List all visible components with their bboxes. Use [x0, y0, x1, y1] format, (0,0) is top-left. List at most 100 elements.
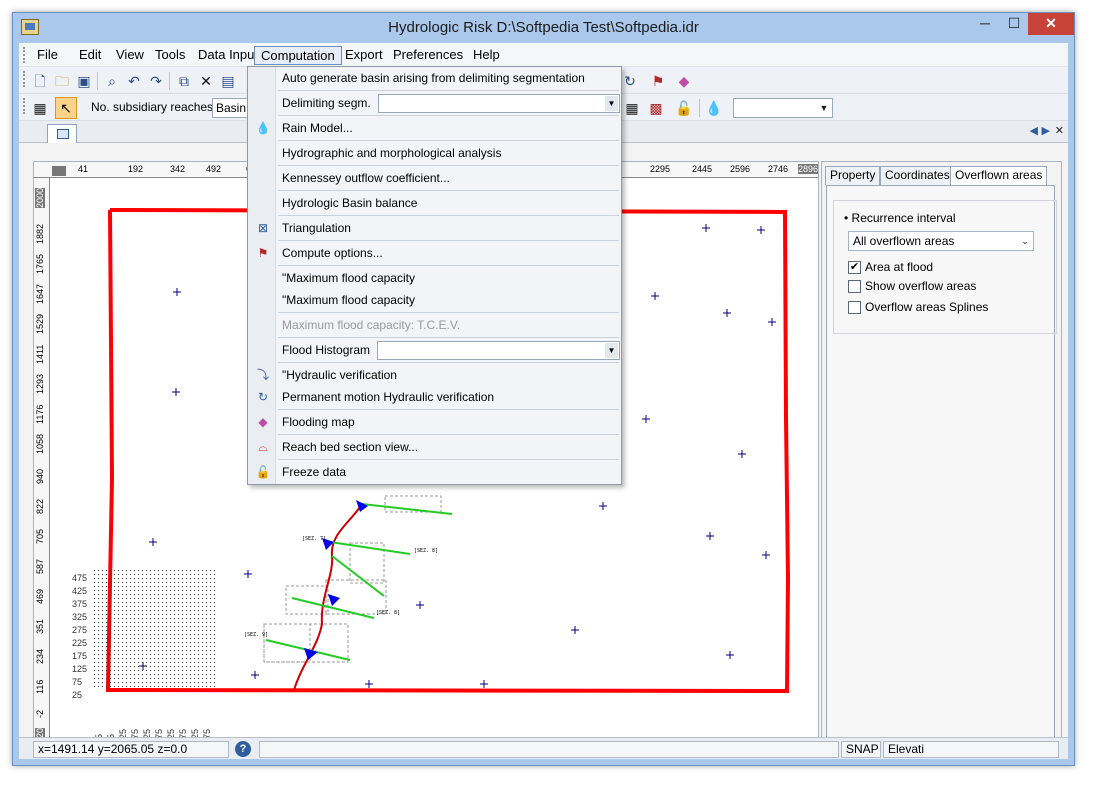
triangulation-icon: ⊠ [257, 221, 269, 235]
status-bar: x=1491.14 y=2065.05 z=0.0 ? SNAP Elevati [19, 737, 1068, 759]
overflow-splines-checkbox[interactable] [848, 301, 861, 314]
menu-separator [278, 165, 619, 166]
close-button[interactable]: ✕ [1028, 13, 1074, 35]
menu-view[interactable]: View [110, 46, 150, 65]
chevron-down-icon[interactable]: ▼ [605, 343, 618, 358]
print-preview-icon[interactable]: ⌕ [103, 72, 121, 90]
menu-max-flood-2[interactable]: "Maximum flood capacity [248, 289, 621, 311]
menu-max-flood-1[interactable]: "Maximum flood capacity [248, 267, 621, 289]
tab-overflown-areas[interactable]: Overflown areas [950, 166, 1048, 185]
show-overflow-areas-checkbox[interactable] [848, 280, 861, 293]
ruler-tick: 342 [170, 164, 186, 174]
permanent-motion-icon: ↻ [257, 390, 269, 404]
chevron-down-icon[interactable]: ⌄ [1018, 233, 1032, 249]
svg-text:375: 375 [72, 599, 87, 609]
tab-next-icon[interactable]: ▶ [1042, 124, 1050, 137]
recurrence-select[interactable]: All overflown areas ⌄ [848, 231, 1034, 251]
menu-edit[interactable]: Edit [73, 46, 107, 65]
rain-drops-icon[interactable]: 💧 [705, 99, 723, 117]
menu-max-flood-tcev-label: Maximum flood capacity: T.C.E.V. [282, 318, 461, 332]
ruler-tick: 1647 [35, 283, 45, 304]
flood-histogram-select[interactable]: ▼ [377, 341, 620, 360]
recurrence-value: All overflown areas [853, 234, 955, 248]
ruler-tick: 2596 [730, 164, 751, 174]
pointer-tool-icon[interactable]: ↖ [55, 97, 77, 119]
minimize-button[interactable]: ─ [970, 13, 1000, 35]
undo-icon[interactable]: ↶ [125, 72, 143, 90]
menu-permanent-motion[interactable]: ↻ Permanent motion Hydraulic verificatio… [248, 386, 621, 408]
snap-indicator[interactable]: SNAP [841, 741, 881, 758]
menu-compute-options[interactable]: ⚑ Compute options... [248, 242, 621, 264]
menu-file[interactable]: File [31, 46, 64, 65]
menu-freeze-data[interactable]: 🔓 Freeze data [248, 461, 621, 483]
open-folder-icon[interactable]: 🗀 [53, 72, 71, 90]
menu-triangulation[interactable]: ⊠ Triangulation [248, 217, 621, 239]
ruler-tick: 1765 [35, 253, 45, 274]
menu-rain-model[interactable]: 💧 Rain Model... [248, 117, 621, 139]
title-bar[interactable]: Hydrologic Risk D:\Softpedia Test\Softpe… [13, 13, 1074, 43]
layer-combo[interactable]: ▼ [733, 98, 833, 118]
svg-text:175: 175 [72, 651, 87, 661]
menu-hydraulic-verification[interactable]: ⤵ "Hydraulic verification [248, 364, 621, 386]
ruler-tick: 940 [35, 468, 45, 484]
unlock-icon[interactable]: 🔓 [675, 99, 693, 117]
compute-options-icon[interactable]: ⚑ [649, 72, 667, 90]
menu-hydrographic[interactable]: Hydrographic and morphological analysis [248, 142, 621, 164]
ruler-tick: 2896 [798, 164, 819, 174]
flooding-map-icon[interactable]: ◆ [675, 72, 693, 90]
ruler-tick: 2000 [35, 187, 45, 208]
hydraulic-verification-icon[interactable]: ↻ [621, 72, 639, 90]
ruler-tick: 41 [78, 164, 89, 174]
redo-icon[interactable]: ↷ [147, 72, 165, 90]
menu-reach-bed[interactable]: ⌓ Reach bed section view... [248, 436, 621, 458]
menu-basin-balance[interactable]: Hydrologic Basin balance [248, 192, 621, 214]
menu-tools[interactable]: Tools [149, 46, 191, 65]
tab-prev-icon[interactable]: ◀ [1030, 124, 1038, 137]
hydraulic-verification-icon: ⤵ [256, 368, 269, 382]
properties-icon[interactable]: ▤ [219, 72, 237, 90]
tab-close-icon[interactable]: ✕ [1055, 124, 1064, 137]
menu-flood-histogram[interactable]: Flood Histogram ▼ [248, 339, 621, 361]
tab-property[interactable]: Property [825, 166, 881, 185]
area-at-flood-checkbox[interactable]: ✔ [848, 261, 861, 274]
save-icon[interactable]: ▣ [75, 72, 93, 90]
menu-help[interactable]: Help [467, 46, 506, 65]
grid-view-icon[interactable]: ▦ [623, 99, 641, 117]
basin-combo[interactable]: Basin [212, 98, 252, 118]
menu-flooding-map[interactable]: ◆ Flooding map [248, 411, 621, 433]
tab-coordinates[interactable]: Coordinates [880, 166, 955, 185]
toolbar-separator [699, 99, 700, 117]
menu-auto-generate[interactable]: Auto generate basin arising from delimit… [248, 67, 621, 89]
menu-computation[interactable]: Computation [254, 46, 342, 65]
svg-text:[SEZ. 8]: [SEZ. 8] [376, 610, 400, 616]
ruler-tick: 116 [35, 679, 45, 694]
maximize-button[interactable]: ☐ [1000, 13, 1028, 35]
document-tab[interactable] [47, 124, 77, 143]
table-icon[interactable]: ▩ [647, 99, 665, 117]
svg-text:225: 225 [72, 638, 87, 648]
menu-max-flood-1-label: "Maximum flood capacity [282, 271, 415, 285]
overflow-splines-label: Overflow areas Splines [865, 300, 989, 314]
ruler-tick: 2746 [768, 164, 789, 174]
menu-preferences[interactable]: Preferences [387, 46, 469, 65]
menu-kennessey[interactable]: Kennessey outflow coefficient... [248, 167, 621, 189]
copy-icon[interactable]: ⧉ [175, 72, 193, 90]
menu-flood-histogram-label: Flood Histogram [282, 343, 371, 357]
section-boxes [263, 495, 442, 663]
calculator-icon[interactable]: ▦ [31, 99, 49, 117]
new-file-icon[interactable]: 🗋 [31, 72, 49, 90]
delete-icon[interactable]: ✕ [197, 72, 215, 90]
svg-text:325: 325 [72, 612, 87, 622]
toolbar-separator [97, 72, 98, 90]
menu-export[interactable]: Export [339, 46, 389, 65]
menu-reach-bed-label: Reach bed section view... [282, 440, 419, 454]
delimiting-segm-select[interactable]: ▼ [378, 94, 620, 113]
vertical-ruler: 2000 1882 1765 1647 1529 1411 1293 1176 … [34, 178, 50, 750]
help-icon[interactable]: ? [235, 741, 251, 757]
section-labels: [SEZ. 7] [SEZ. 8] [SEZ. 9] [SEZ. 8] [244, 536, 438, 638]
menu-hydraulic-verification-label: "Hydraulic verification [282, 368, 397, 382]
ruler-tick: 192 [128, 164, 144, 174]
chevron-down-icon[interactable]: ▼ [605, 96, 618, 111]
chevron-down-icon[interactable]: ▼ [817, 100, 831, 116]
menu-delimiting-segm[interactable]: Delimiting segm. ▼ [248, 92, 621, 114]
